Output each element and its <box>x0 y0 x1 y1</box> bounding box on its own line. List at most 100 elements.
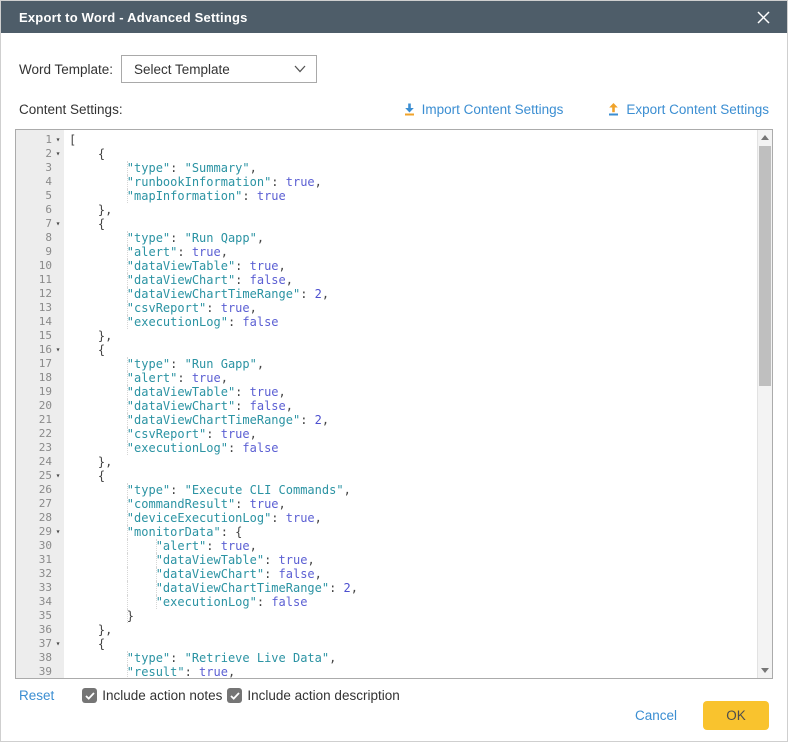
word-template-selected-value: Select Template <box>134 62 230 77</box>
include-action-description-label: Include action description <box>247 688 399 703</box>
code-line[interactable]: "deviceExecutionLog": true, <box>69 511 757 525</box>
content-settings-editor[interactable]: 1▾2▾34567▾8910111213141516▾1718192021222… <box>15 129 773 679</box>
code-line[interactable]: "alert": true, <box>69 371 757 385</box>
line-number: 4 <box>16 175 64 189</box>
scroll-down-button[interactable] <box>758 663 772 678</box>
chevron-down-icon <box>294 65 306 73</box>
line-number: 17 <box>16 357 64 371</box>
line-number: 13 <box>16 301 64 315</box>
line-number[interactable]: 1▾ <box>16 133 64 147</box>
fold-arrow-icon: ▾ <box>52 637 64 651</box>
scrollbar-track[interactable] <box>758 145 772 663</box>
code-line[interactable]: "dataViewChart": false, <box>69 273 757 287</box>
footer-right-group: Cancel OK <box>635 701 769 730</box>
code-line[interactable]: "type": "Execute CLI Commands", <box>69 483 757 497</box>
include-action-description-checkbox-item[interactable]: Include action description <box>227 688 399 703</box>
line-number: 15 <box>16 329 64 343</box>
code-line[interactable]: }, <box>69 623 757 637</box>
code-line[interactable]: [ <box>69 133 757 147</box>
code-line[interactable]: "runbookInformation": true, <box>69 175 757 189</box>
code-line[interactable]: "dataViewChart": false, <box>69 399 757 413</box>
code-line[interactable]: }, <box>69 203 757 217</box>
code-line[interactable]: { <box>69 343 757 357</box>
code-line[interactable]: { <box>69 637 757 651</box>
fold-arrow-icon: ▾ <box>52 525 64 539</box>
fold-arrow-icon: ▾ <box>52 469 64 483</box>
dialog-title: Export to Word - Advanced Settings <box>19 10 753 25</box>
editor-code-area[interactable]: [ { "type": "Summary", "runbookInformati… <box>64 130 757 678</box>
line-number: 27 <box>16 497 64 511</box>
line-number[interactable]: 2▾ <box>16 147 64 161</box>
code-line[interactable]: "result": true, <box>69 665 757 678</box>
import-content-settings-link[interactable]: Import Content Settings <box>403 102 564 117</box>
line-number: 32 <box>16 567 64 581</box>
code-line[interactable]: "csvReport": true, <box>69 427 757 441</box>
code-line[interactable]: "commandResult": true, <box>69 497 757 511</box>
code-line[interactable]: { <box>69 147 757 161</box>
export-icon <box>607 103 620 116</box>
line-number: 18 <box>16 371 64 385</box>
line-number: 11 <box>16 273 64 287</box>
code-line[interactable]: "dataViewChartTimeRange": 2, <box>69 413 757 427</box>
code-line[interactable]: "executionLog": false <box>69 315 757 329</box>
code-line[interactable]: "type": "Retrieve Live Data", <box>69 651 757 665</box>
code-line[interactable]: } <box>69 609 757 623</box>
fold-arrow-icon: ▾ <box>52 217 64 231</box>
fold-arrow-icon: ▾ <box>52 147 64 161</box>
line-number: 22 <box>16 427 64 441</box>
line-number: 9 <box>16 245 64 259</box>
close-button[interactable] <box>753 7 773 27</box>
code-line[interactable]: { <box>69 469 757 483</box>
code-line[interactable]: "type": "Summary", <box>69 161 757 175</box>
content-settings-row: Content Settings: Import Content Setting… <box>19 99 769 119</box>
checkbox-checked-icon[interactable] <box>82 688 97 703</box>
editor-scrollbar[interactable] <box>757 130 772 678</box>
scroll-up-button[interactable] <box>758 130 772 145</box>
code-line[interactable]: "dataViewTable": true, <box>69 553 757 567</box>
export-link-label: Export Content Settings <box>626 102 769 117</box>
code-line[interactable]: "dataViewChart": false, <box>69 567 757 581</box>
line-number[interactable]: 29▾ <box>16 525 64 539</box>
footer-left-group: Reset Include action notes Include actio… <box>19 688 405 703</box>
code-line[interactable]: { <box>69 217 757 231</box>
include-action-notes-checkbox-item[interactable]: Include action notes <box>82 688 222 703</box>
code-line[interactable]: "type": "Run Qapp", <box>69 231 757 245</box>
code-line[interactable]: "mapInformation": true <box>69 189 757 203</box>
line-number[interactable]: 25▾ <box>16 469 64 483</box>
fold-arrow-icon: ▾ <box>52 343 64 357</box>
scroll-up-icon <box>761 135 769 140</box>
code-line[interactable]: "dataViewTable": true, <box>69 259 757 273</box>
code-line[interactable]: "executionLog": false <box>69 595 757 609</box>
line-number: 35 <box>16 609 64 623</box>
code-line[interactable]: "type": "Run Gapp", <box>69 357 757 371</box>
line-number[interactable]: 7▾ <box>16 217 64 231</box>
line-number: 19 <box>16 385 64 399</box>
line-number: 23 <box>16 441 64 455</box>
word-template-label: Word Template: <box>19 62 121 77</box>
line-number: 38 <box>16 651 64 665</box>
code-line[interactable]: "monitorData": { <box>69 525 757 539</box>
line-number: 30 <box>16 539 64 553</box>
code-line[interactable]: "executionLog": false <box>69 441 757 455</box>
line-number: 24 <box>16 455 64 469</box>
word-template-row: Word Template: Select Template <box>19 55 769 83</box>
scroll-down-icon <box>761 668 769 673</box>
code-line[interactable]: "alert": true, <box>69 539 757 553</box>
code-line[interactable]: "csvReport": true, <box>69 301 757 315</box>
code-line[interactable]: "dataViewTable": true, <box>69 385 757 399</box>
reset-link[interactable]: Reset <box>19 688 54 703</box>
code-line[interactable]: "dataViewChartTimeRange": 2, <box>69 287 757 301</box>
scrollbar-thumb[interactable] <box>759 146 771 386</box>
line-number: 5 <box>16 189 64 203</box>
line-number[interactable]: 16▾ <box>16 343 64 357</box>
cancel-button[interactable]: Cancel <box>635 708 677 723</box>
export-content-settings-link[interactable]: Export Content Settings <box>607 102 769 117</box>
line-number[interactable]: 37▾ <box>16 637 64 651</box>
code-line[interactable]: }, <box>69 455 757 469</box>
code-line[interactable]: "dataViewChartTimeRange": 2, <box>69 581 757 595</box>
word-template-select[interactable]: Select Template <box>121 55 317 83</box>
ok-button[interactable]: OK <box>703 701 769 730</box>
checkbox-checked-icon[interactable] <box>227 688 242 703</box>
code-line[interactable]: "alert": true, <box>69 245 757 259</box>
code-line[interactable]: }, <box>69 329 757 343</box>
